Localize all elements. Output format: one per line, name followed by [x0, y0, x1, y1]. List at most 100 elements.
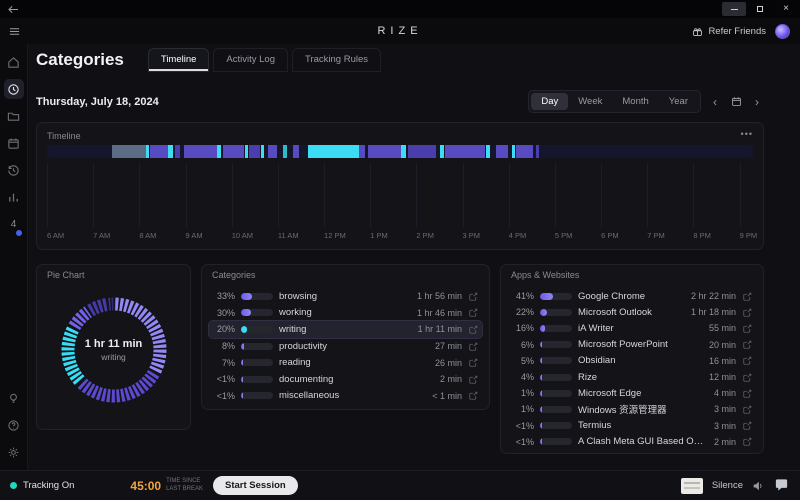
- edit-icon[interactable]: [742, 421, 752, 431]
- timeline-segment[interactable]: [496, 145, 508, 158]
- avatar[interactable]: [775, 24, 790, 39]
- hour-label: 12 PM: [324, 231, 346, 240]
- range-year[interactable]: Year: [659, 93, 698, 110]
- edit-icon[interactable]: [468, 358, 478, 368]
- list-item[interactable]: <1% Termius 3 min: [508, 418, 756, 434]
- list-item[interactable]: 33% browsing 1 hr 56 min: [209, 288, 482, 305]
- timeline-segment[interactable]: [445, 145, 485, 158]
- list-item[interactable]: <1% A Clash Meta GUI Based On Ta... 2 mi…: [508, 434, 756, 450]
- maximize-button[interactable]: [748, 2, 772, 16]
- edit-icon[interactable]: [742, 388, 752, 398]
- notification-badge: [15, 229, 23, 237]
- list-item[interactable]: 30% working 1 hr 46 min: [209, 305, 482, 322]
- timeline-segment[interactable]: [112, 145, 146, 158]
- range-day[interactable]: Day: [531, 93, 568, 110]
- page-title: Categories: [36, 50, 124, 72]
- timeline-segment[interactable]: [368, 145, 401, 158]
- timeline-segment[interactable]: [401, 145, 405, 158]
- timeline-segment[interactable]: [168, 145, 172, 158]
- timeline-segment[interactable]: [536, 145, 539, 158]
- list-item[interactable]: 5% Obsidian 16 min: [508, 353, 756, 369]
- minimize-button[interactable]: [722, 2, 746, 16]
- edit-icon[interactable]: [742, 307, 752, 317]
- list-item[interactable]: 7% reading 26 min: [209, 354, 482, 371]
- timeline-segment[interactable]: [486, 145, 490, 158]
- timeline-segment[interactable]: [261, 145, 265, 158]
- prev-day-button[interactable]: ‹: [708, 92, 722, 112]
- list-item[interactable]: 41% Google Chrome 2 hr 22 min: [508, 288, 756, 304]
- list-item[interactable]: 1% Microsoft Edge 4 min: [508, 385, 756, 401]
- edit-icon[interactable]: [468, 341, 478, 351]
- pie-slice-productivity[interactable]: [74, 312, 88, 327]
- edit-icon[interactable]: [742, 291, 752, 301]
- edit-icon[interactable]: [742, 372, 752, 382]
- timeline-segment[interactable]: [249, 145, 260, 158]
- edit-icon[interactable]: [468, 391, 478, 401]
- close-button[interactable]: ×: [774, 2, 798, 16]
- list-item[interactable]: <1% documenting 2 min: [209, 371, 482, 388]
- tab-tracking-rules[interactable]: Tracking Rules: [292, 48, 381, 72]
- timeline-segment[interactable]: [516, 145, 533, 158]
- sidebar-item-calendar[interactable]: [4, 133, 24, 153]
- tab-activity-log[interactable]: Activity Log: [213, 48, 288, 72]
- range-week[interactable]: Week: [568, 93, 612, 110]
- timeline-menu-icon[interactable]: •••: [731, 123, 763, 139]
- timeline-segment[interactable]: [293, 145, 299, 158]
- timeline-segment[interactable]: [217, 145, 221, 158]
- timeline-segment[interactable]: [408, 145, 436, 158]
- sidebar-item-projects[interactable]: [4, 106, 24, 126]
- pie-slice-working[interactable]: [81, 373, 153, 396]
- sidebar-item-categories[interactable]: [4, 79, 24, 99]
- timeline-segment[interactable]: [150, 145, 168, 158]
- sidebar-item-home[interactable]: [4, 52, 24, 72]
- timeline-segment[interactable]: [440, 145, 444, 158]
- calendar-picker-button[interactable]: [729, 92, 743, 112]
- speaker-icon[interactable]: [752, 480, 764, 492]
- timeline-segment[interactable]: [184, 145, 217, 158]
- timeline-segment[interactable]: [308, 145, 359, 158]
- next-day-button[interactable]: ›: [750, 92, 764, 112]
- list-item[interactable]: 20% writing 1 hr 11 min: [209, 321, 482, 338]
- edit-icon[interactable]: [742, 340, 752, 350]
- edit-icon[interactable]: [468, 308, 478, 318]
- range-month[interactable]: Month: [612, 93, 658, 110]
- screenshot-thumbnail[interactable]: [681, 478, 703, 494]
- list-item[interactable]: 4% Rize 12 min: [508, 369, 756, 385]
- pie-slice-browsing[interactable]: [115, 304, 160, 371]
- edit-icon[interactable]: [468, 374, 478, 384]
- back-arrow-icon[interactable]: [8, 5, 19, 14]
- timeline-segment[interactable]: [175, 145, 180, 158]
- menu-icon[interactable]: [0, 26, 28, 37]
- start-session-button[interactable]: Start Session: [213, 476, 298, 495]
- timeline-segment[interactable]: [512, 145, 516, 158]
- edit-icon[interactable]: [742, 437, 752, 447]
- sidebar-item-reports[interactable]: [4, 187, 24, 207]
- timeline-segment[interactable]: [223, 145, 244, 158]
- timeline-segment[interactable]: [283, 145, 287, 158]
- sidebar-item-streak[interactable]: 4: [4, 214, 24, 234]
- timeline-segment[interactable]: [146, 145, 150, 158]
- sidebar-item-settings[interactable]: [4, 442, 24, 462]
- list-item[interactable]: 6% Microsoft PowerPoint 20 min: [508, 337, 756, 353]
- list-item[interactable]: 16% iA Writer 55 min: [508, 320, 756, 336]
- edit-icon[interactable]: [742, 323, 752, 333]
- edit-icon[interactable]: [742, 356, 752, 366]
- sidebar-item-history[interactable]: [4, 160, 24, 180]
- list-item[interactable]: 8% productivity 27 min: [209, 338, 482, 355]
- refer-friends-button[interactable]: Refer Friends: [692, 26, 766, 37]
- sidebar-item-whats-new[interactable]: [4, 388, 24, 408]
- list-item[interactable]: 22% Microsoft Outlook 1 hr 18 min: [508, 304, 756, 320]
- timeline-segment[interactable]: [268, 145, 277, 158]
- list-item[interactable]: 1% Windows 资源管理器 3 min: [508, 401, 756, 417]
- tab-timeline[interactable]: Timeline: [148, 48, 210, 72]
- pie-slice-writing[interactable]: [68, 329, 80, 381]
- sidebar-item-help[interactable]: [4, 415, 24, 435]
- timeline-segment[interactable]: [245, 145, 249, 158]
- pie-slice-reading[interactable]: [90, 305, 107, 311]
- timeline-segment[interactable]: [359, 145, 365, 158]
- chat-bubble-icon[interactable]: [773, 477, 790, 494]
- edit-icon[interactable]: [468, 291, 478, 301]
- list-item[interactable]: <1% miscellaneous < 1 min: [209, 388, 482, 405]
- edit-icon[interactable]: [742, 404, 752, 414]
- edit-icon[interactable]: [468, 324, 478, 334]
